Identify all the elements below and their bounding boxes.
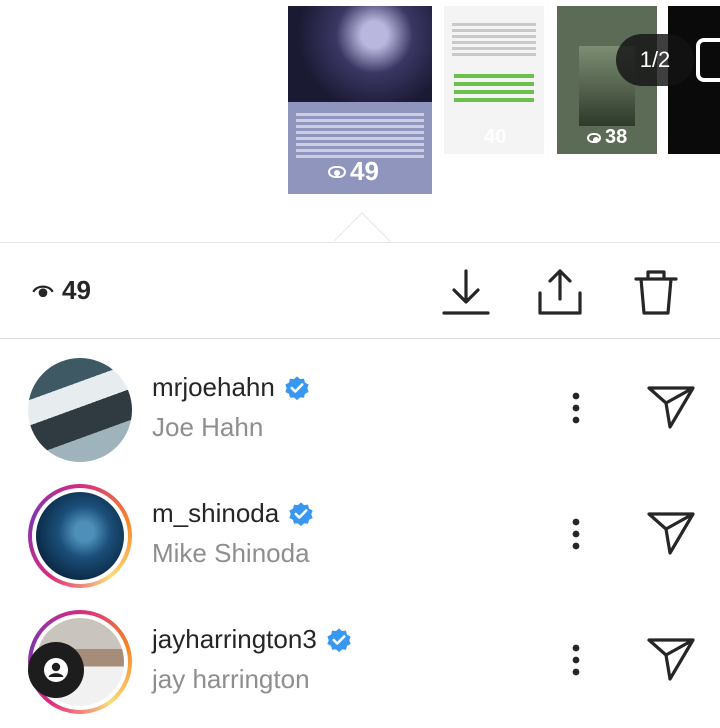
viewers-panel: 49 mrjoehahn Joe Hahn m_shinoda Mike Shi… [0,242,720,728]
viewer-username[interactable]: jayharrington3 [152,624,353,655]
story-thumbnail[interactable]: 40 [444,6,544,154]
share-icon[interactable] [532,263,588,319]
avatar[interactable] [28,358,132,462]
story-thumbnail-selected[interactable]: 49 [288,6,432,194]
story-text-lines [452,20,536,59]
viewer-fullname: Mike Shinoda [152,538,310,568]
delete-icon[interactable] [628,263,684,319]
story-view-count: 38 [587,126,627,149]
more-options-icon[interactable] [566,388,586,428]
eye-icon [328,165,346,178]
camera-icon[interactable] [696,38,720,82]
user-icon [44,658,68,682]
more-options-icon[interactable] [566,640,586,680]
send-direct-icon[interactable] [646,636,696,682]
page-indicator: 1/2 [616,34,694,86]
viewer-fullname: Joe Hahn [152,412,264,442]
story-view-count: 40 [484,126,507,148]
eye-icon [32,284,54,297]
send-direct-icon[interactable] [646,510,696,556]
viewer-row[interactable]: jayharrington3 jay harrington [0,592,720,716]
viewer-row[interactable]: mrjoehahn Joe Hahn [0,340,720,464]
viewer-username[interactable]: m_shinoda [152,498,315,529]
send-direct-icon[interactable] [646,384,696,430]
story-actions-bar: 49 [0,243,720,339]
floating-account-button[interactable] [28,642,84,698]
download-icon[interactable] [438,263,494,319]
story-green-text [454,70,534,106]
viewer-row[interactable]: m_shinoda Mike Shinoda [0,466,720,590]
viewer-fullname: jay harrington [152,664,310,694]
view-count: 49 [32,275,91,306]
more-options-icon[interactable] [566,514,586,554]
verified-badge-icon [327,627,351,652]
verified-badge-icon [285,375,309,400]
verified-badge-icon [289,501,313,526]
eye-icon [587,132,601,143]
story-thumbnails-strip: 49 40 38 1/2 [0,0,720,242]
story-photo [288,6,432,102]
avatar[interactable] [28,484,132,588]
viewer-username[interactable]: mrjoehahn [152,372,311,403]
story-view-count: 49 [328,156,379,187]
